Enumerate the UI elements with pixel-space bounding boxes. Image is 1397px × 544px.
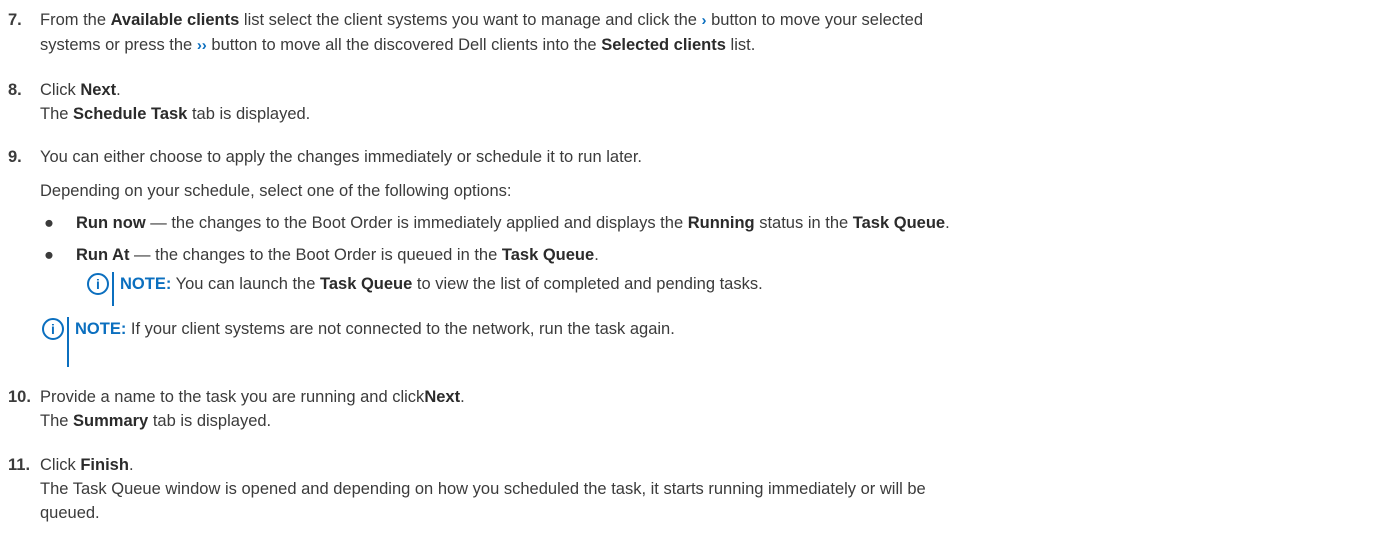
text: . — [945, 214, 950, 232]
text: From the — [40, 11, 111, 29]
text: systems or press the — [40, 36, 197, 54]
step-9: 9. You can either choose to apply the ch… — [8, 145, 1393, 169]
text: tab is displayed. — [187, 105, 311, 123]
step-11: 11. Click Finish. The Task Queue window … — [8, 453, 1393, 525]
bold-term: Schedule Task — [73, 105, 188, 123]
step-number: 9. — [8, 148, 22, 166]
note-network: i NOTE: If your client systems are not c… — [42, 317, 675, 367]
bullet-mark: ● — [44, 214, 54, 232]
note-task-queue: i NOTE: You can launch the Task Queue to… — [87, 272, 763, 306]
note-text: NOTE: You can launch the Task Queue to v… — [120, 272, 763, 296]
text: Provide a name to the task you are runni… — [40, 388, 425, 406]
bold-term: Selected clients — [601, 36, 726, 54]
note-label: NOTE: — [120, 275, 172, 293]
bold-term: Run At — [76, 246, 130, 264]
note-text: NOTE: If your client systems are not con… — [75, 317, 675, 341]
text: . — [116, 81, 121, 99]
step-text: You can either choose to apply the chang… — [40, 145, 1393, 169]
step-text: Click Next. The Schedule Task tab is dis… — [40, 78, 1393, 126]
bold-term: Summary — [73, 412, 149, 430]
step-text: Provide a name to the task you are runni… — [40, 385, 1393, 433]
bullet-run-at: ● Run At — the changes to the Boot Order… — [44, 243, 1393, 267]
text: — the changes to the Boot Order is queue… — [129, 246, 502, 264]
step-text: From the Available clients list select t… — [40, 8, 1393, 58]
bold-term: Available clients — [110, 11, 240, 29]
text: status in the — [754, 214, 853, 232]
text: Click — [40, 456, 81, 474]
text: . — [460, 388, 465, 406]
text: button to move your selected — [706, 11, 923, 29]
bold-term: Finish — [80, 456, 129, 474]
move-all-icon: ›› — [196, 37, 207, 54]
text: Depending on your schedule, select one o… — [40, 182, 512, 200]
step-8: 8. Click Next. The Schedule Task tab is … — [8, 78, 1393, 126]
text: list. — [725, 36, 756, 54]
text: If your client systems are not connected… — [126, 320, 675, 338]
info-icon: i — [42, 318, 64, 340]
bold-term: Task Queue — [501, 246, 595, 264]
bold-term: Running — [687, 214, 755, 232]
bold-term: Next — [424, 388, 461, 406]
text: list select the client systems you want … — [239, 11, 702, 29]
bold-term: Next — [80, 81, 117, 99]
step-number: 11. — [8, 456, 31, 474]
bullet-mark: ● — [44, 246, 54, 264]
text: to view the list of completed and pendin… — [412, 275, 763, 293]
bold-term: Run now — [76, 214, 146, 232]
text: Click — [40, 81, 81, 99]
step-9-intro: Depending on your schedule, select one o… — [8, 179, 1393, 203]
text: The — [40, 412, 74, 430]
note-divider — [67, 317, 69, 367]
text: tab is displayed. — [148, 412, 272, 430]
text: button to move all the discovered Dell c… — [206, 36, 602, 54]
text: queued. — [40, 504, 100, 522]
bold-term: Task Queue — [852, 214, 946, 232]
step-7: 7. From the Available clients list selec… — [8, 8, 1393, 58]
step-number: 7. — [8, 11, 22, 29]
note-label: NOTE: — [75, 320, 127, 338]
bold-term: Task Queue — [319, 275, 413, 293]
text: You can either choose to apply the chang… — [40, 148, 643, 166]
document-page: 7. From the Available clients list selec… — [0, 0, 1397, 544]
text: You can launch the — [171, 275, 320, 293]
step-number: 8. — [8, 81, 22, 99]
text: . — [128, 456, 134, 474]
text: . — [594, 246, 599, 264]
text: The — [40, 105, 74, 123]
step-text: Click Finish. The Task Queue window is o… — [40, 453, 1393, 525]
bullet-text: Run now — the changes to the Boot Order … — [76, 211, 1393, 235]
step-10: 10. Provide a name to the task you are r… — [8, 385, 1393, 433]
text: The Task Queue window is opened and depe… — [40, 480, 926, 498]
bullet-run-now: ● Run now — the changes to the Boot Orde… — [44, 211, 1393, 235]
note-divider — [112, 272, 114, 306]
info-icon: i — [87, 273, 109, 295]
step-number: 10. — [8, 388, 31, 406]
bullet-text: Run At — the changes to the Boot Order i… — [76, 243, 1393, 267]
text: — the changes to the Boot Order is immed… — [145, 214, 688, 232]
